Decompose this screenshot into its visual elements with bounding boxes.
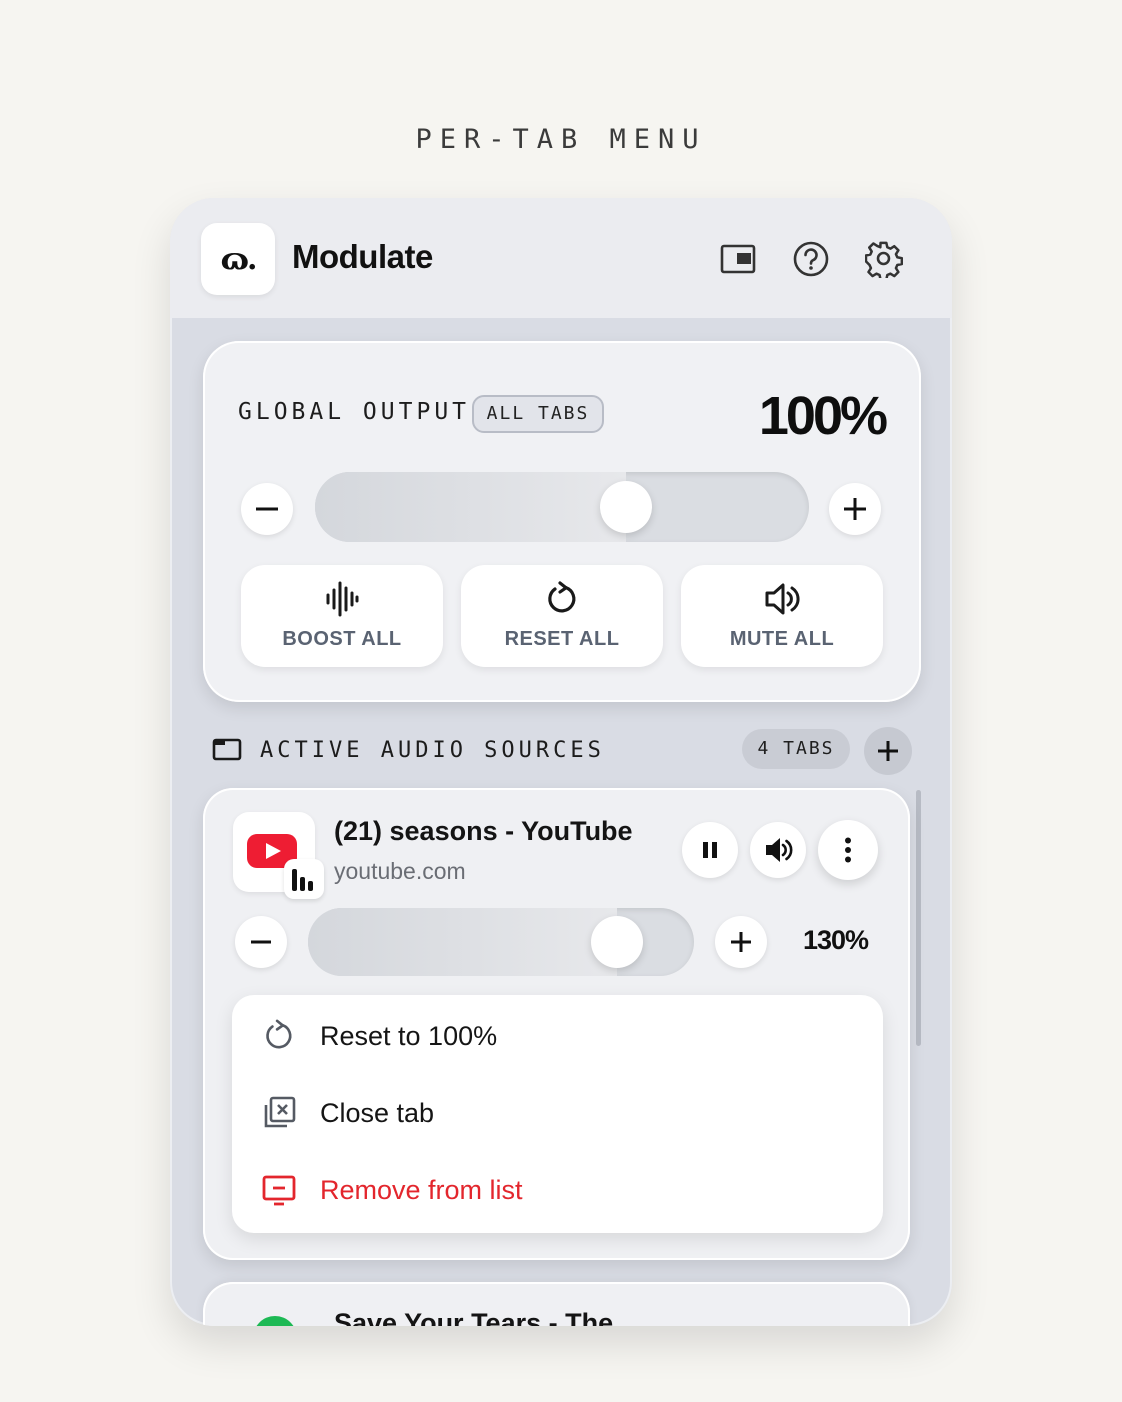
add-source-button[interactable] xyxy=(864,727,912,775)
menu-item-label: Reset to 100% xyxy=(320,1021,498,1051)
remove-icon xyxy=(262,1175,296,1206)
tab-decrease-button[interactable] xyxy=(235,916,287,968)
global-volume-value: 100% xyxy=(758,386,888,446)
tab-volume-value: 130% xyxy=(803,925,869,955)
menu-item-reset[interactable]: Reset to 100% xyxy=(232,1007,883,1067)
global-slider-knob[interactable] xyxy=(600,481,653,533)
menu-item-label: Close tab xyxy=(320,1098,435,1128)
help-icon[interactable] xyxy=(792,240,830,278)
menu-item-remove[interactable]: Remove from list xyxy=(232,1161,883,1221)
close-tab-icon xyxy=(264,1096,296,1128)
next-tab-title: Save Your Tears - The xyxy=(334,1308,614,1326)
global-decrease-button[interactable] xyxy=(241,483,293,535)
tab-favicon xyxy=(233,812,324,899)
scrollbar[interactable] xyxy=(916,790,921,1046)
plus-icon xyxy=(844,498,866,520)
tabs-icon xyxy=(212,737,242,766)
tabs-count-badge: 4 TABS xyxy=(742,729,850,769)
reset-all-button[interactable]: RESET ALL xyxy=(461,565,663,667)
gear-icon[interactable] xyxy=(865,240,903,278)
global-output-label: GLOBAL OUTPUT xyxy=(238,399,471,425)
app-title: Modulate xyxy=(292,238,433,275)
tab-context-menu: Reset to 100% Close tab Remove from list xyxy=(232,995,883,1233)
more-vertical-icon xyxy=(845,837,851,863)
boost-all-label: BOOST ALL xyxy=(282,628,402,650)
global-slider-fill xyxy=(315,472,627,542)
picture-in-picture-icon[interactable] xyxy=(719,240,757,278)
tab-mute-button[interactable] xyxy=(750,822,806,878)
boost-all-button[interactable]: BOOST ALL xyxy=(241,565,443,667)
tab-more-button[interactable] xyxy=(818,820,878,880)
reset-all-label: RESET ALL xyxy=(504,628,620,650)
tab-card-next: Save Your Tears - The xyxy=(203,1282,910,1326)
mute-all-button[interactable]: MUTE ALL xyxy=(681,565,883,667)
pause-button[interactable] xyxy=(682,822,738,878)
all-tabs-badge: ALL TABS xyxy=(472,395,604,433)
page-caption: PER-TAB MENU xyxy=(415,124,707,155)
reset-icon xyxy=(266,1019,292,1049)
speaker-icon xyxy=(766,838,793,862)
spotify-icon xyxy=(253,1316,297,1326)
menu-item-close-tab[interactable]: Close tab xyxy=(232,1084,883,1144)
waveform-icon xyxy=(326,581,359,617)
header-bar: ɷ. Modulate xyxy=(170,198,952,318)
global-increase-button[interactable] xyxy=(829,483,881,535)
speaker-icon xyxy=(765,583,800,615)
tab-card-youtube: (21) seasons - YouTube youtube.com 130% … xyxy=(203,788,910,1260)
global-volume-slider[interactable] xyxy=(315,472,809,542)
minus-icon xyxy=(256,507,278,511)
tab-title: (21) seasons - YouTube xyxy=(334,816,633,846)
tab-increase-button[interactable] xyxy=(715,916,767,968)
app-logo: ɷ. xyxy=(201,223,275,295)
minus-icon xyxy=(251,940,271,944)
logo-mark: ɷ. xyxy=(220,241,258,277)
tab-slider-fill xyxy=(308,908,617,976)
playing-indicator-icon xyxy=(284,859,324,899)
tab-volume-slider[interactable] xyxy=(308,908,694,976)
global-output-card: GLOBAL OUTPUT ALL TABS 100% BOOST ALL RE… xyxy=(203,341,921,702)
tab-slider-knob[interactable] xyxy=(590,916,643,968)
plus-icon xyxy=(731,932,751,952)
mute-all-label: MUTE ALL xyxy=(729,628,835,650)
menu-item-label: Remove from list xyxy=(320,1175,523,1205)
active-sources-label: ACTIVE AUDIO SOURCES xyxy=(260,738,605,763)
extension-popup: ɷ. Modulate GLOBAL OUTPUT ALL TABS 100% … xyxy=(170,198,952,1326)
plus-icon xyxy=(878,741,898,761)
reset-icon xyxy=(548,581,576,613)
tab-host: youtube.com xyxy=(334,858,466,884)
pause-icon xyxy=(703,842,717,858)
